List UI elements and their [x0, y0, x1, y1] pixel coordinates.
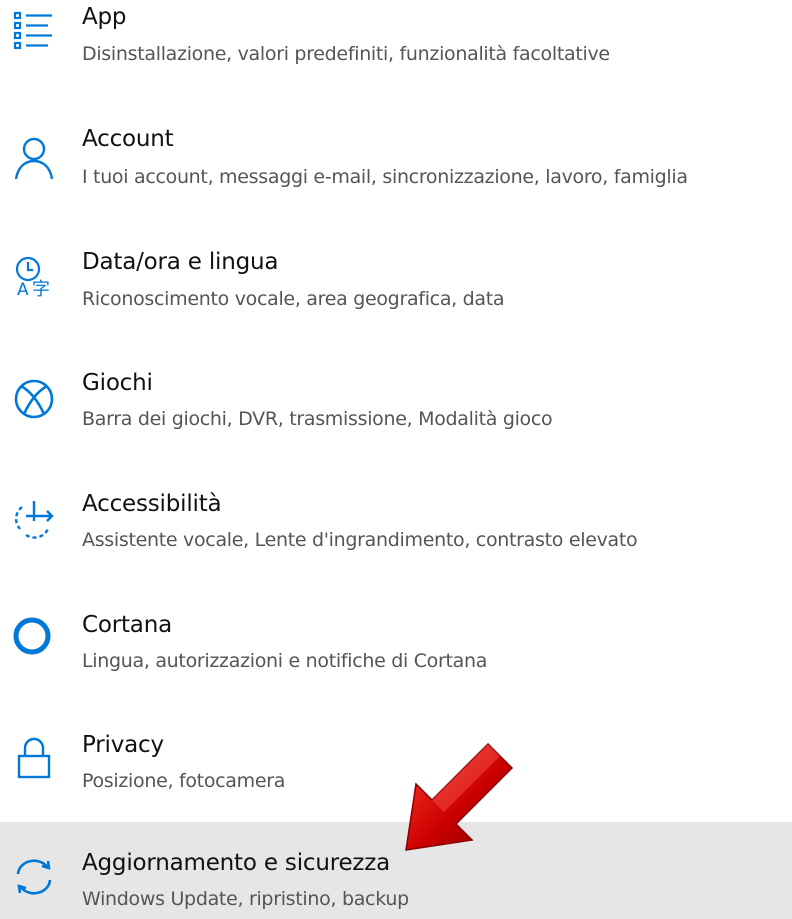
settings-item-description: Windows Update, ripristino, backup — [82, 888, 409, 910]
apps-list-icon — [12, 8, 56, 52]
settings-item-description: Lingua, autorizzazioni e notifiche di Co… — [82, 650, 488, 672]
settings-item-description: Posizione, fotocamera — [82, 770, 286, 792]
svg-text:A: A — [17, 280, 29, 297]
settings-item-ease-of-access[interactable]: Accessibilità Assistente vocale, Lente d… — [0, 485, 792, 585]
settings-item-gaming[interactable]: Giochi Barra dei giochi, DVR, trasmissio… — [0, 364, 792, 464]
settings-item-description: Barra dei giochi, DVR, trasmissione, Mod… — [82, 408, 553, 430]
sync-icon — [12, 854, 56, 898]
settings-item-title: Accessibilità — [82, 491, 222, 517]
cortana-circle-icon — [12, 614, 56, 658]
settings-page: App Disinstallazione, valori predefiniti… — [0, 0, 792, 919]
settings-item-description: Assistente vocale, Lente d'ingrandimento… — [82, 529, 638, 551]
lock-icon — [12, 736, 56, 780]
settings-item-title: Aggiornamento e sicurezza — [82, 850, 391, 876]
settings-item-title: App — [82, 4, 127, 30]
settings-item-cortana[interactable]: Cortana Lingua, autorizzazioni e notific… — [0, 608, 792, 708]
settings-item-title: Data/ora e lingua — [82, 249, 279, 275]
svg-text:字: 字 — [32, 279, 50, 297]
xbox-icon — [12, 377, 56, 421]
settings-item-title: Account — [82, 126, 174, 152]
ease-of-access-icon — [12, 495, 56, 539]
settings-item-title: Giochi — [82, 370, 153, 396]
settings-item-description: Riconoscimento vocale, area geografica, … — [82, 288, 505, 310]
time-language-icon: A 字 — [12, 253, 56, 297]
person-icon — [12, 136, 56, 180]
settings-item-title: Cortana — [82, 612, 172, 638]
settings-item-apps[interactable]: App Disinstallazione, valori predefiniti… — [0, 0, 792, 100]
settings-item-description: I tuoi account, messaggi e-mail, sincron… — [82, 166, 688, 188]
settings-item-accounts[interactable]: Account I tuoi account, messaggi e-mail,… — [0, 120, 792, 220]
settings-item-description: Disinstallazione, valori predefiniti, fu… — [82, 43, 610, 65]
settings-item-time-language[interactable]: A 字 Data/ora e lingua Riconoscimento voc… — [0, 245, 792, 345]
settings-item-privacy[interactable]: Privacy Posizione, fotocamera — [0, 728, 792, 828]
settings-item-title: Privacy — [82, 732, 164, 758]
settings-item-update-security[interactable]: Aggiornamento e sicurezza Windows Update… — [0, 822, 792, 919]
